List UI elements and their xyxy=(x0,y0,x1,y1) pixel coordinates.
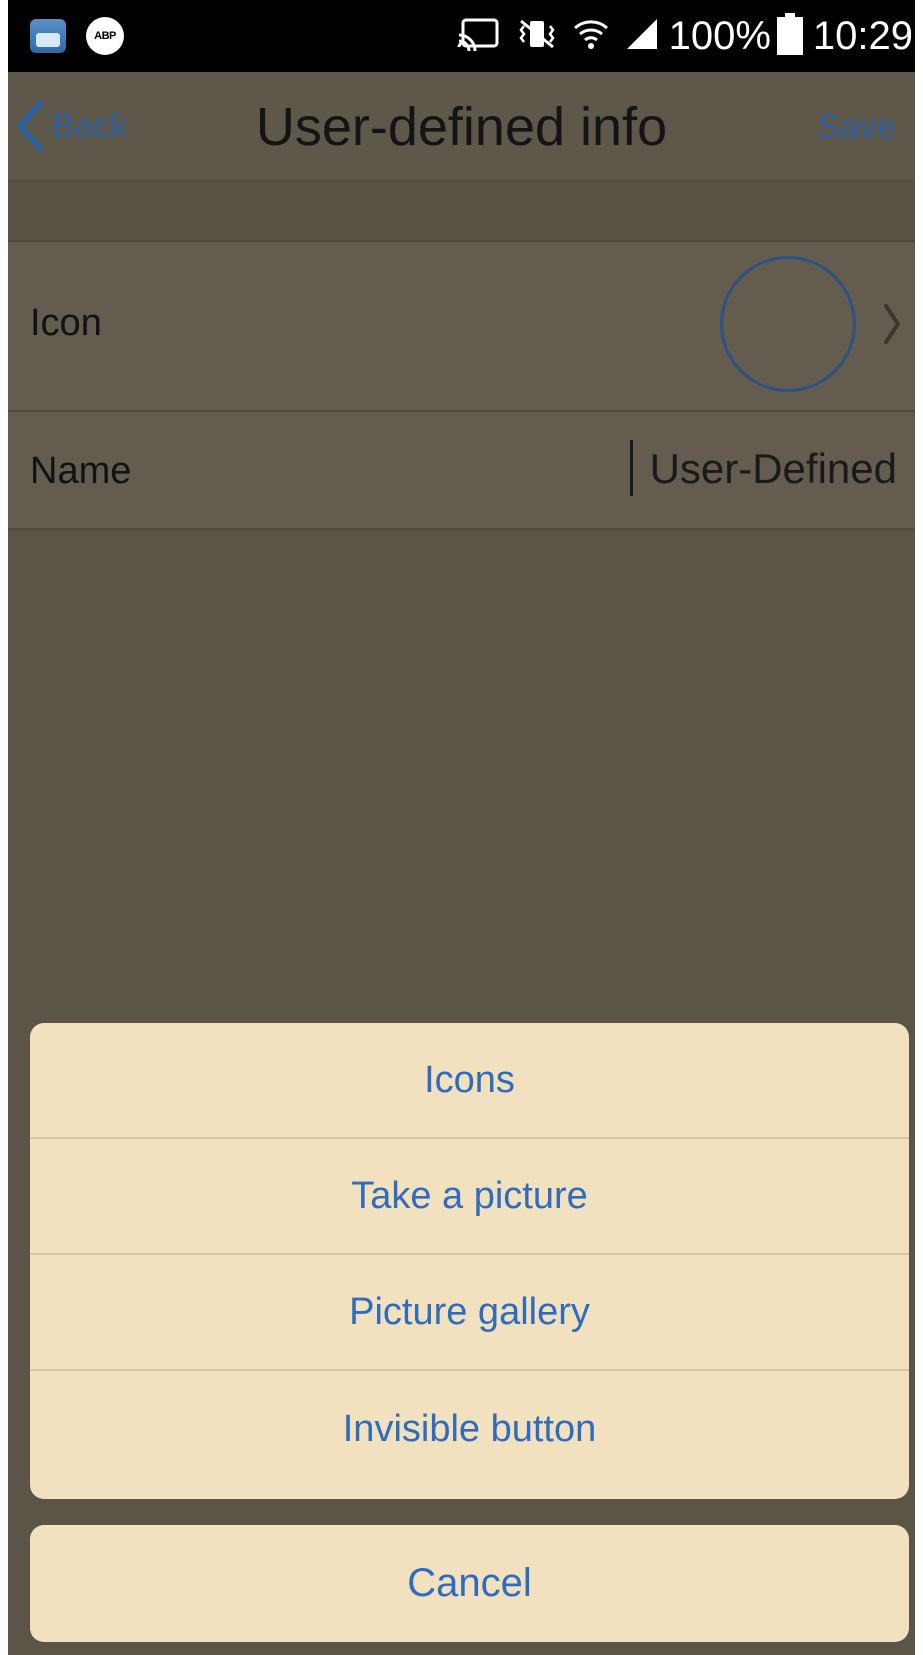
status-left-icons: ABP xyxy=(30,14,124,58)
files-app-icon xyxy=(30,19,66,53)
action-icons-button[interactable]: Icons xyxy=(30,1023,909,1139)
icon-preview-circle[interactable] xyxy=(720,256,856,392)
name-input[interactable] xyxy=(597,440,897,498)
cancel-button[interactable]: Cancel xyxy=(30,1525,909,1642)
navigation-bar: Back User-defined info Save xyxy=(0,72,923,182)
signal-icon xyxy=(625,17,659,56)
right-edge xyxy=(915,0,923,1655)
save-button[interactable]: Save xyxy=(818,108,896,147)
clock: 10:29 xyxy=(812,13,913,58)
section-spacer xyxy=(0,182,923,242)
status-bar: ABP 100% 10:29 xyxy=(0,0,923,72)
wifi-icon xyxy=(573,16,609,57)
action-sheet: Icons Take a picture Picture gallery Inv… xyxy=(30,1023,909,1499)
action-invisible-button[interactable]: Invisible button xyxy=(30,1371,909,1487)
vibrate-icon xyxy=(517,17,557,56)
icon-row[interactable]: Icon xyxy=(0,242,923,412)
cast-icon xyxy=(457,17,501,56)
left-edge xyxy=(0,0,8,1655)
adblock-plus-icon: ABP xyxy=(86,17,124,55)
chevron-right-icon xyxy=(884,304,900,344)
battery-percent: 100% xyxy=(668,13,771,58)
page-title: User-defined info xyxy=(255,97,668,157)
status-right-icons: 100% 10:29 xyxy=(441,12,913,60)
action-take-picture-button[interactable]: Take a picture xyxy=(30,1139,909,1255)
battery-icon xyxy=(776,13,803,55)
name-row: Name xyxy=(0,412,923,530)
action-picture-gallery-button[interactable]: Picture gallery xyxy=(30,1255,909,1371)
icon-row-label: Icon xyxy=(30,302,102,344)
name-row-label: Name xyxy=(30,450,132,492)
screen: ABP 100% 10:29 Back User-defined info Sa… xyxy=(0,0,923,1655)
